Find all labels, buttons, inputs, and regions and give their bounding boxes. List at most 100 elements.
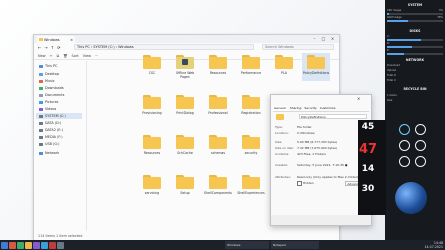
folder-item[interactable]: Registration [237, 93, 265, 121]
sidebar-item-pictures[interactable]: Pictures [39, 99, 85, 105]
folder-item[interactable]: Resources [138, 133, 166, 161]
app-icon[interactable] [49, 241, 56, 249]
sidebar-item-data-d[interactable]: DATA (D:) [39, 120, 85, 126]
view-button[interactable]: View [83, 54, 91, 58]
address-bar[interactable]: This PC › SYSTEM (C:) › Windows [74, 44, 254, 50]
hidden-checkbox[interactable]: Hidden Advanced... [297, 181, 367, 186]
folder-icon [275, 55, 293, 69]
sidebar-item-downloads[interactable]: Downloads [39, 85, 85, 91]
app-icon[interactable] [33, 241, 40, 249]
clock-second: 30 [361, 184, 375, 194]
sidebar-item-data2-e[interactable]: DATA2 (E:) [39, 127, 85, 133]
tab-strip: Windows × – □ × [34, 35, 339, 43]
copy-icon[interactable]: ⧉ [57, 54, 60, 58]
net-row: Total D [387, 74, 396, 77]
delete-icon[interactable]: 🗑 [63, 54, 67, 58]
folder-item[interactable]: Offline Web Pages [171, 53, 199, 81]
cpu-bar [387, 13, 443, 15]
folder-icon [209, 135, 227, 149]
checkbox-box[interactable] [297, 181, 302, 186]
pc-icon [39, 64, 43, 68]
folder-item[interactable]: ShellComponents [204, 173, 232, 201]
folder-icon [209, 95, 227, 109]
breadcrumb-1[interactable]: This PC [77, 45, 90, 49]
up-icon[interactable]: ↑ [51, 45, 54, 50]
app-icon[interactable] [9, 241, 16, 249]
app-icon[interactable] [17, 241, 24, 249]
prop-row-attributes: Attributes: Read-only (Only applies to fi… [275, 175, 359, 180]
disks-heading: DISKS [409, 29, 421, 33]
folder-item[interactable]: security [237, 133, 265, 161]
close-icon[interactable]: × [70, 38, 73, 42]
tab-windows[interactable]: Windows × [37, 36, 75, 43]
tab-sharing[interactable]: Sharing [290, 106, 302, 111]
sidebar-item-this-pc[interactable]: This PC [39, 63, 85, 69]
sidebar-item-music[interactable]: Music [39, 78, 85, 84]
minimize-button[interactable]: – [310, 35, 319, 42]
sidebar-item-desktop[interactable]: Desktop [39, 71, 85, 77]
search-input[interactable]: Search Windows [262, 44, 334, 50]
refresh-icon[interactable]: ⟳ [57, 45, 60, 50]
prop-row-size: Size: 5.90 MB (6,777,393 bytes) [275, 140, 338, 144]
taskbar-clock[interactable]: 14:48 14-07-2021 [405, 241, 443, 249]
picture-icon [39, 100, 43, 104]
recycle-heading: RECYCLE BIN [403, 87, 427, 91]
folder-item[interactable]: ShellExperiences [237, 173, 265, 201]
back-icon[interactable]: ← [38, 45, 41, 50]
tab-general[interactable]: General [273, 106, 287, 111]
gauge-ring [399, 140, 410, 151]
prop-row-type: Type: File folder [275, 125, 312, 129]
sidebar-item-documents[interactable]: Documents [39, 92, 85, 98]
sidebar-item-system-c[interactable]: SYSTEM (C:) [36, 113, 82, 119]
close-button[interactable]: × [328, 35, 337, 42]
folder-item[interactable]: PrintDialog [171, 93, 199, 121]
explorer-taskbar-icon[interactable] [25, 241, 32, 249]
folder-name-field[interactable]: PolicyDefinitions [299, 114, 367, 119]
sidebar-item-videos[interactable]: Videos [39, 106, 85, 112]
folder-item-selected[interactable]: PolicyDefinitions [302, 53, 330, 81]
status-bar: 114 items 1 item selected [38, 234, 83, 238]
folder-item[interactable]: Setup [171, 173, 199, 201]
recycle-row: 1 items [387, 94, 397, 97]
more-icon[interactable]: ··· [95, 54, 98, 58]
gauge-ring [415, 124, 426, 135]
maximize-button[interactable]: □ [319, 35, 328, 42]
new-button[interactable]: New [38, 54, 46, 58]
cut-icon[interactable]: ✂ [50, 54, 53, 58]
folder-item[interactable]: SchCache [171, 133, 199, 161]
folder-item[interactable]: Professional [204, 93, 232, 121]
folder-item[interactable]: Resources [204, 53, 232, 81]
system-heading: SYSTEM [407, 3, 423, 7]
folder-icon [242, 95, 260, 109]
drive-icon [39, 135, 43, 139]
folder-item[interactable]: PLA [270, 53, 298, 81]
navigation-pane: This PC Desktop Music Downloads Document… [34, 61, 87, 231]
sidebar-item-media-f[interactable]: MEDIA (F:) [39, 134, 85, 140]
folder-item[interactable]: Performance [237, 53, 265, 81]
gauge-ring [399, 124, 410, 135]
app-icon[interactable] [57, 241, 64, 249]
folder-icon [209, 175, 227, 189]
recycle-row: Size [387, 99, 393, 102]
breadcrumb-2[interactable]: SYSTEM (C:) [93, 45, 114, 49]
sidebar-item-network[interactable]: Network [39, 150, 85, 156]
breadcrumb-3[interactable]: Windows [118, 45, 134, 49]
task-notepad-button[interactable]: Notepad [271, 241, 319, 249]
tab-security[interactable]: Security [304, 106, 316, 111]
folder-item[interactable]: Provisioning [138, 93, 166, 121]
folder-item[interactable]: CSC [138, 53, 166, 81]
app-icon[interactable] [41, 241, 48, 249]
prop-row-location: Location: C:\Windows [275, 131, 315, 135]
network-icon [39, 151, 43, 155]
folder-item[interactable]: servicing [138, 173, 166, 201]
start-icon[interactable] [1, 241, 8, 249]
sort-button[interactable]: Sort [72, 54, 79, 58]
folder-item[interactable]: schemas [204, 133, 232, 161]
close-button[interactable]: × [357, 96, 360, 101]
sidebar-item-usb-g[interactable]: USB (G:) [39, 141, 85, 147]
forward-icon[interactable]: → [44, 45, 47, 50]
net-row: Total U [387, 79, 396, 82]
task-explorer-button[interactable]: Windows [225, 241, 269, 249]
readonly-checkbox[interactable]: Read-only (Only applies to files in fold… [297, 175, 358, 180]
tab-customize[interactable]: Customize [320, 106, 336, 111]
